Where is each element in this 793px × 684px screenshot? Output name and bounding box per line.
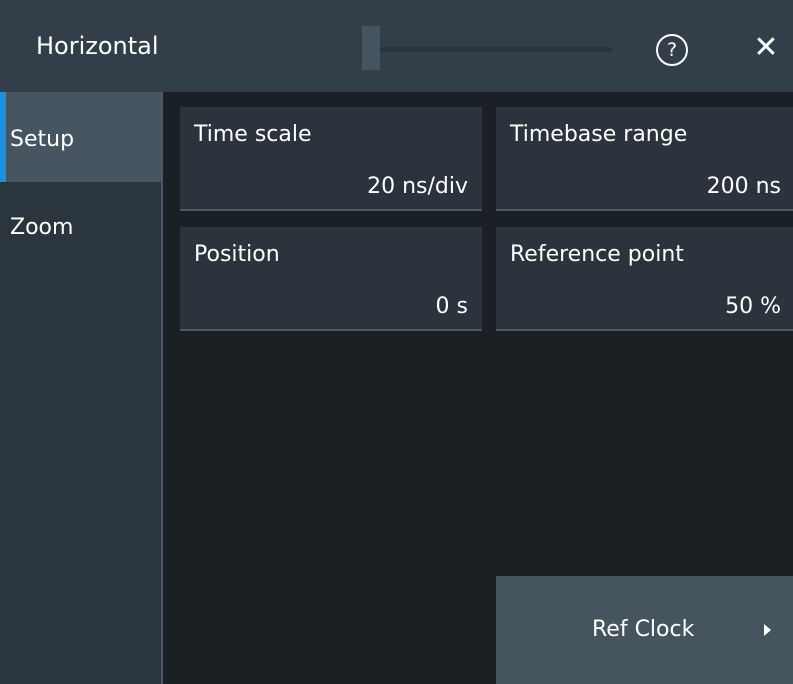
tab-setup[interactable]: Setup: [0, 92, 161, 182]
position-label: Position: [194, 242, 280, 267]
timebase-range-label: Timebase range: [510, 122, 688, 147]
help-icon[interactable]: ?: [656, 34, 688, 66]
position-value: 0 s: [435, 294, 468, 319]
tab-zoom-label: Zoom: [10, 215, 74, 240]
reference-point-value: 50 %: [725, 294, 781, 319]
tab-setup-label: Setup: [10, 127, 75, 152]
time-scale-label: Time scale: [194, 122, 312, 147]
time-scale-field[interactable]: Time scale 20 ns/div: [180, 107, 482, 211]
dialog-title: Horizontal: [36, 32, 159, 60]
timebase-range-field[interactable]: Timebase range 200 ns: [496, 107, 793, 211]
tab-zoom[interactable]: Zoom: [0, 182, 161, 272]
close-icon[interactable]: ✕: [752, 30, 780, 66]
timebase-range-value: 200 ns: [706, 174, 781, 199]
time-scale-value: 20 ns/div: [367, 174, 468, 199]
position-field[interactable]: Position 0 s: [180, 227, 482, 331]
dialog-transparency-slider-handle[interactable]: [362, 26, 380, 70]
reference-point-label: Reference point: [510, 242, 684, 267]
sidebar: Setup Zoom: [0, 92, 163, 684]
ref-clock-label: Ref Clock: [592, 617, 695, 642]
reference-point-field[interactable]: Reference point 50 %: [496, 227, 793, 331]
ref-clock-button[interactable]: Ref Clock: [496, 576, 793, 684]
dialog-transparency-slider-track[interactable]: [362, 47, 612, 52]
dialog-title-bar: Horizontal ? ✕: [0, 0, 793, 92]
chevron-right-icon: [764, 624, 771, 636]
